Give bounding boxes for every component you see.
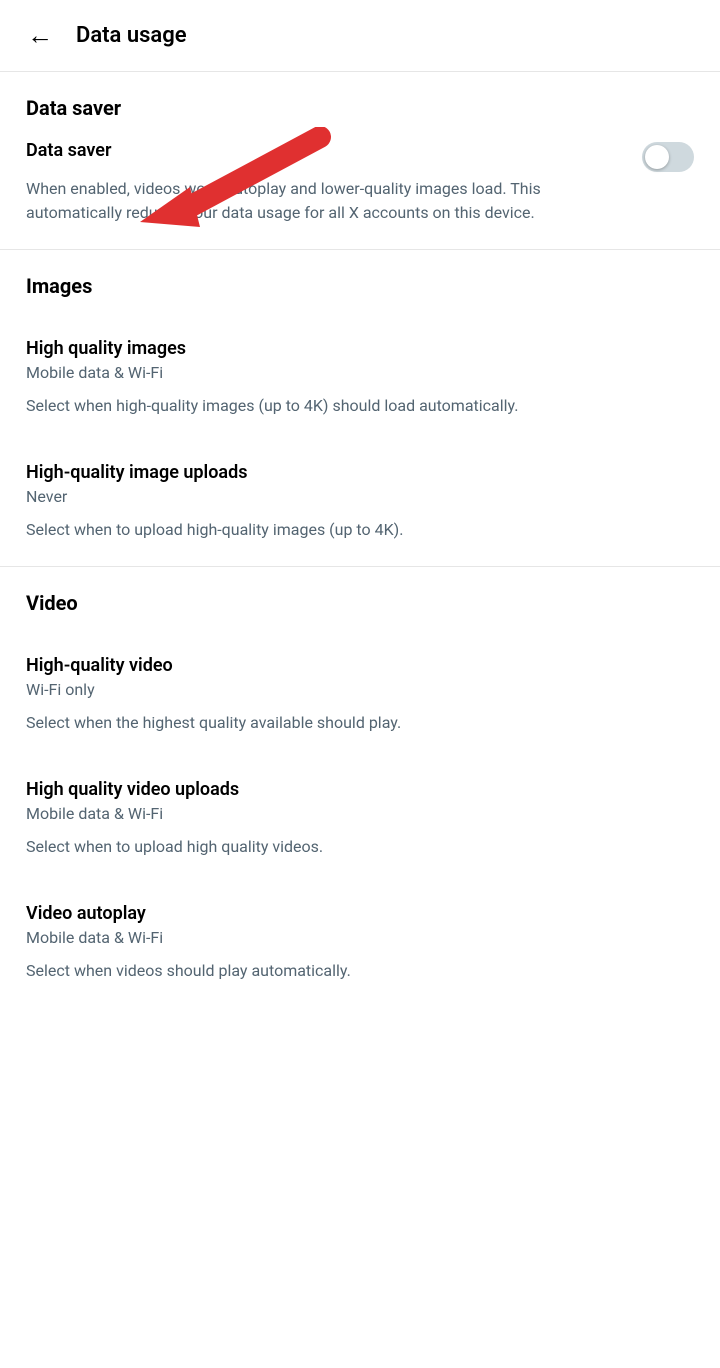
high-quality-video-name: High-quality video — [26, 655, 694, 676]
images-section-title: Images — [26, 274, 694, 298]
high-quality-video-value: Wi-Fi only — [26, 680, 694, 699]
data-saver-toggle-container[interactable] — [642, 140, 694, 172]
high-quality-images-name: High quality images — [26, 338, 694, 359]
high-quality-image-uploads-name: High-quality image uploads — [26, 462, 694, 483]
video-autoplay-value: Mobile data & Wi-Fi — [26, 928, 694, 947]
data-saver-toggle[interactable] — [642, 142, 694, 172]
toggle-knob — [645, 145, 669, 169]
high-quality-video-uploads-value: Mobile data & Wi-Fi — [26, 804, 694, 823]
images-section: Images High quality images Mobile data &… — [0, 250, 720, 567]
high-quality-video-uploads-item[interactable]: High quality video uploads Mobile data &… — [26, 759, 694, 823]
high-quality-video-uploads-description: Select when to upload high quality video… — [26, 823, 694, 883]
high-quality-video-description: Select when the highest quality availabl… — [26, 699, 694, 759]
high-quality-image-uploads-description: Select when to upload high-quality image… — [26, 506, 694, 566]
video-autoplay-item[interactable]: Video autoplay Mobile data & Wi-Fi — [26, 883, 694, 947]
high-quality-images-description: Select when high-quality images (up to 4… — [26, 382, 694, 442]
high-quality-images-item[interactable]: High quality images Mobile data & Wi-Fi — [26, 318, 694, 382]
high-quality-image-uploads-value: Never — [26, 487, 694, 506]
data-saver-name: Data saver — [26, 140, 622, 161]
video-autoplay-description: Select when videos should play automatic… — [26, 947, 694, 1007]
back-arrow-icon: ← — [27, 23, 53, 49]
high-quality-images-value: Mobile data & Wi-Fi — [26, 363, 694, 382]
back-button[interactable]: ← — [20, 16, 60, 56]
video-section: Video High-quality video Wi-Fi only Sele… — [0, 567, 720, 1007]
high-quality-image-uploads-item[interactable]: High-quality image uploads Never — [26, 442, 694, 506]
data-saver-description: When enabled, videos won't autoplay and … — [26, 165, 622, 249]
page-title: Data usage — [76, 23, 187, 48]
high-quality-video-uploads-name: High quality video uploads — [26, 779, 694, 800]
data-saver-section-title: Data saver — [26, 96, 694, 120]
data-saver-content: Data saver When enabled, videos won't au… — [26, 140, 642, 249]
video-autoplay-name: Video autoplay — [26, 903, 694, 924]
data-saver-section: Data saver Data saver When enabled, vide… — [0, 72, 720, 250]
video-section-title: Video — [26, 591, 694, 615]
high-quality-video-item[interactable]: High-quality video Wi-Fi only — [26, 635, 694, 699]
data-saver-setting-row: Data saver When enabled, videos won't au… — [26, 140, 694, 249]
header: ← Data usage — [0, 0, 720, 72]
